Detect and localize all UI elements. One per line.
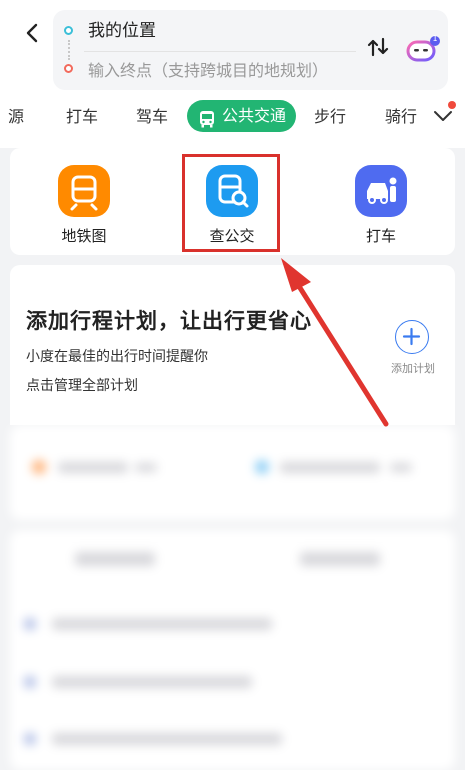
back-icon[interactable] [18,18,48,48]
add-plan-label[interactable]: 添加计划 [384,360,442,376]
subway-icon[interactable] [58,165,110,217]
tab-source[interactable]: 源 [8,102,24,132]
tab-taxi[interactable]: 打车 [66,102,98,132]
tab-walk[interactable]: 步行 [314,102,346,132]
notification-dot [448,101,456,109]
manage-plans-link[interactable]: 点击管理全部计划 [26,375,138,395]
start-location-input[interactable]: 我的位置 [88,20,156,42]
taxi-label[interactable]: 打车 [331,225,431,246]
plus-icon [402,327,421,346]
subway-map-label[interactable]: 地铁图 [34,225,134,246]
add-plan-button[interactable] [395,320,429,354]
tab-drive[interactable]: 驾车 [136,102,168,132]
route-connector [68,40,71,60]
destination-input[interactable]: 输入终点（支持跨城目的地规划） [88,60,328,82]
assistant-icon[interactable]: 1 [405,34,445,66]
end-point-icon [64,64,73,73]
input-divider [84,51,356,52]
plan-subtitle: 小度在最佳的出行时间提醒你 [26,349,208,365]
plan-title: 添加行程计划，让出行更省心 [26,309,312,333]
assistant-badge: 1 [432,34,438,43]
blurred-content [0,425,465,770]
tab-public-transit[interactable]: 公共交通 [187,100,296,132]
tab-bike[interactable]: 骑行 [385,102,421,132]
highlight-box [182,154,280,252]
swap-icon[interactable] [365,34,391,60]
taxi-icon[interactable] [355,165,407,217]
start-point-icon [64,26,73,35]
tab-public-transit-label: 公共交通 [222,106,287,125]
trip-plan-card[interactable] [10,265,455,425]
bus-icon [198,107,216,128]
